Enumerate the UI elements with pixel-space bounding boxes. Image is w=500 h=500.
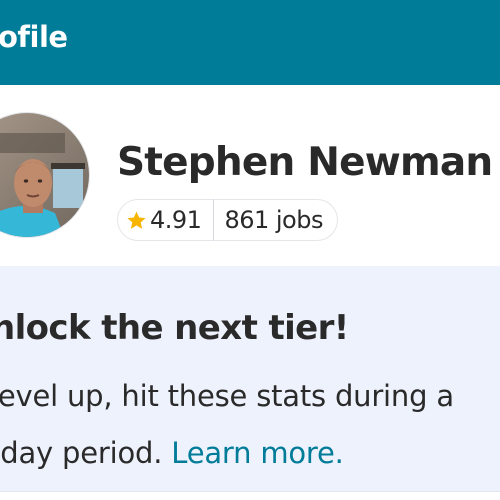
jobs-count: 861 jobs — [224, 206, 323, 234]
stats-pill: 4.91 861 jobs — [117, 199, 338, 241]
tier-description-line-1: level up, hit these stats during a — [0, 379, 454, 413]
bottom-strip — [0, 491, 500, 500]
avatar[interactable] — [0, 112, 90, 238]
header-bar: ofile — [0, 0, 500, 85]
tier-card: nlock the next tier! level up, hit these… — [0, 266, 500, 491]
stats-divider — [213, 199, 215, 241]
profile-name: Stephen Newman — [117, 140, 493, 185]
tier-description: level up, hit these stats during a -day … — [0, 368, 500, 482]
tier-description-text: -day period. — [0, 436, 172, 470]
rating-value: 4.91 — [150, 206, 202, 234]
learn-more-link[interactable]: Learn more. — [171, 436, 344, 470]
tier-description-line-2: -day period. Learn more. — [0, 425, 500, 482]
star-icon — [127, 211, 146, 229]
avatar-photo — [0, 113, 89, 237]
tier-title: nlock the next tier! — [0, 308, 349, 348]
page-title: ofile — [0, 20, 68, 54]
profile-section: Stephen Newman 4.91 861 jobs — [0, 85, 500, 266]
profile-screen: ofile Stephen Newman 4.91 861 jobs nlock… — [0, 0, 500, 500]
